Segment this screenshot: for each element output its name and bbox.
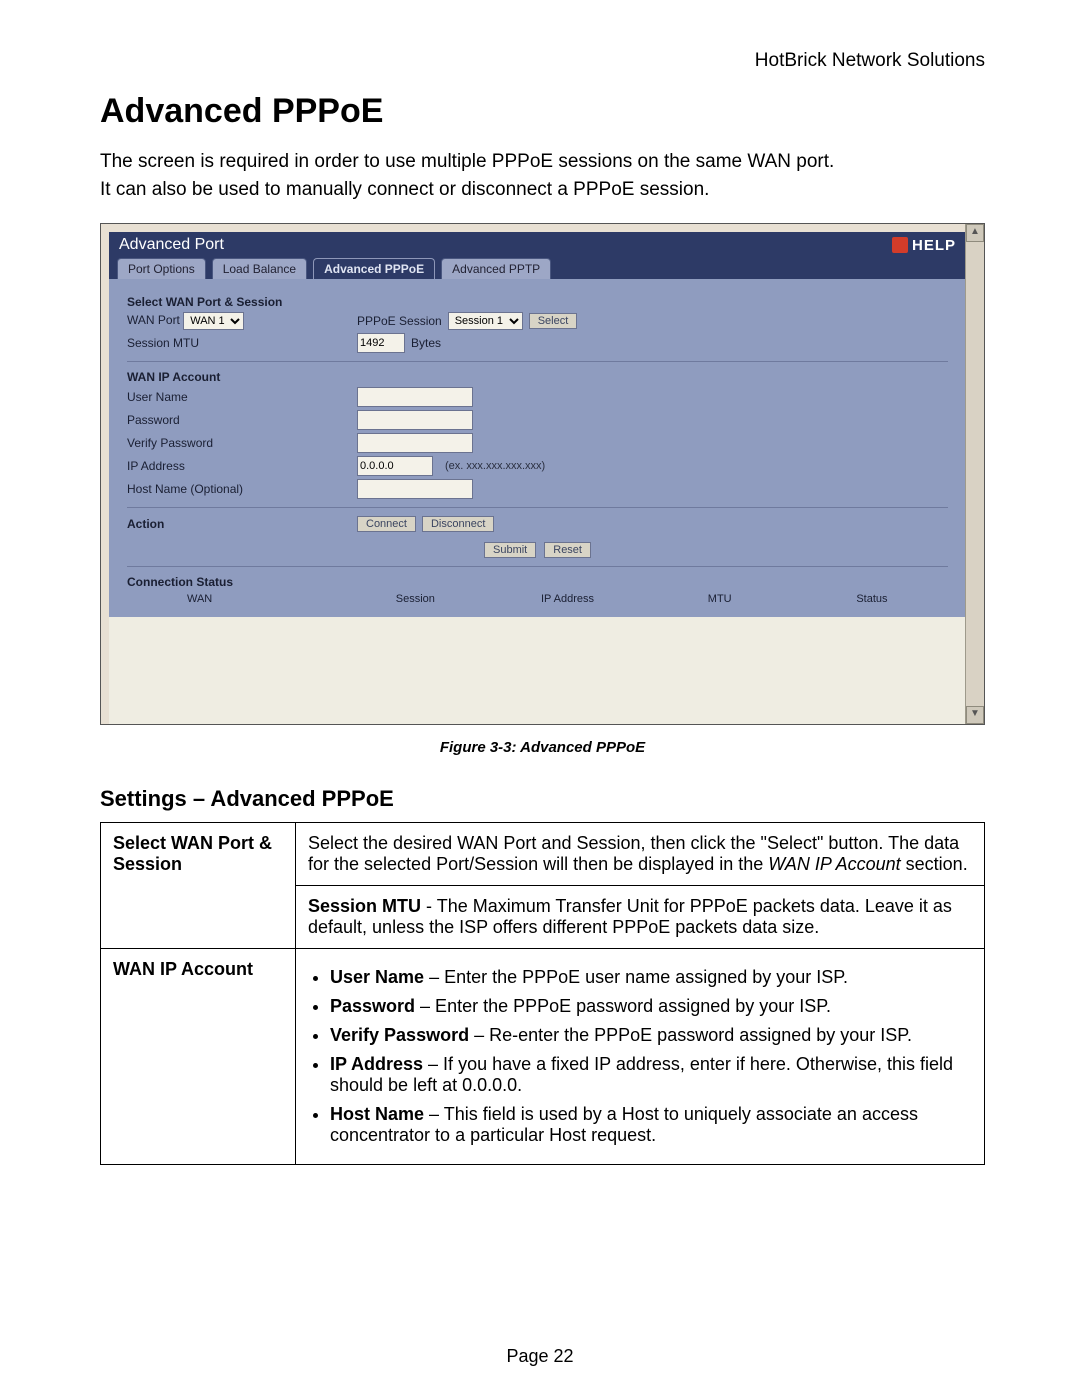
ip-address-input[interactable] [357,456,433,476]
tab-advanced-pptp[interactable]: Advanced PPTP [441,258,551,279]
user-name-label: User Name [127,390,357,404]
intro-line-2: It can also be used to manually connect … [100,179,985,201]
settings-val-select-1: Select the desired WAN Port and Session,… [296,823,985,886]
section-select-heading: Select WAN Port & Session [127,295,948,309]
help-icon [892,237,908,253]
verify-password-label: Verify Password [127,436,357,450]
ip-address-hint: (ex. xxx.xxx.xxx.xxx) [445,460,545,472]
help-label: HELP [912,237,956,254]
list-item: IP Address – If you have a fixed IP addr… [330,1054,972,1096]
settings-table: Select WAN Port & Session Select the des… [100,822,985,1165]
session-mtu-input[interactable] [357,333,405,353]
page-number: Page 22 [0,1346,1080,1367]
page-title: Advanced PPPoE [100,92,985,131]
host-name-input[interactable] [357,479,473,499]
session-mtu-unit: Bytes [411,336,441,350]
screenshot-empty-area [109,617,966,725]
tab-advanced-pppoe[interactable]: Advanced PPPoE [313,258,435,279]
settings-key-account: WAN IP Account [101,949,296,1165]
help-button[interactable]: HELP [892,237,956,254]
user-name-input[interactable] [357,387,473,407]
section-status-heading: Connection Status [127,575,948,589]
screenshot-scrollbar[interactable]: ▲ ▼ [965,224,984,724]
section-action-heading: Action [127,517,357,531]
list-item: Password – Enter the PPPoE password assi… [330,996,972,1017]
intro-line-1: The screen is required in order to use m… [100,151,985,173]
scroll-up-icon[interactable]: ▲ [966,224,984,242]
list-item: Verify Password – Re-enter the PPPoE pas… [330,1025,972,1046]
status-col-wan: WAN [127,593,339,605]
settings-key-select: Select WAN Port & Session [101,823,296,949]
password-input[interactable] [357,410,473,430]
doc-header-company: HotBrick Network Solutions [100,50,985,72]
disconnect-button[interactable]: Disconnect [422,516,494,532]
status-col-mtu: MTU [644,593,796,605]
table-row: WAN IP Account User Name – Enter the PPP… [101,949,985,1165]
status-col-status: Status [796,593,948,605]
verify-password-input[interactable] [357,433,473,453]
connect-button[interactable]: Connect [357,516,416,532]
list-item: User Name – Enter the PPPoE user name as… [330,967,972,988]
password-label: Password [127,413,357,427]
host-name-label: Host Name (Optional) [127,482,357,496]
tab-port-options[interactable]: Port Options [117,258,206,279]
settings-heading: Settings – Advanced PPPoE [100,786,985,812]
wan-port-select[interactable]: WAN 1 [183,312,244,330]
panel-title: Advanced Port [119,236,224,254]
section-account-heading: WAN IP Account [127,370,948,384]
ip-address-label: IP Address [127,459,357,473]
pppoe-session-select[interactable]: Session 1 [448,312,523,330]
status-col-session: Session [339,593,491,605]
reset-button[interactable]: Reset [544,542,591,558]
screenshot-frame: ▲ ▼ Advanced Port HELP Port Options Load… [100,223,985,725]
table-row: Select WAN Port & Session Select the des… [101,823,985,886]
settings-val-account: User Name – Enter the PPPoE user name as… [296,949,985,1165]
scroll-down-icon[interactable]: ▼ [966,706,984,724]
submit-button[interactable]: Submit [484,542,536,558]
settings-val-select-2: Session MTU - The Maximum Transfer Unit … [296,886,985,949]
status-col-ip: IP Address [491,593,643,605]
pppoe-session-label: PPPoE Session [357,314,442,328]
wan-port-label: WAN Port [127,313,180,327]
session-mtu-label: Session MTU [127,336,357,350]
list-item: Host Name – This field is used by a Host… [330,1104,972,1146]
figure-caption: Figure 3-3: Advanced PPPoE [100,739,985,756]
select-button[interactable]: Select [529,313,578,329]
tab-load-balance[interactable]: Load Balance [212,258,307,279]
